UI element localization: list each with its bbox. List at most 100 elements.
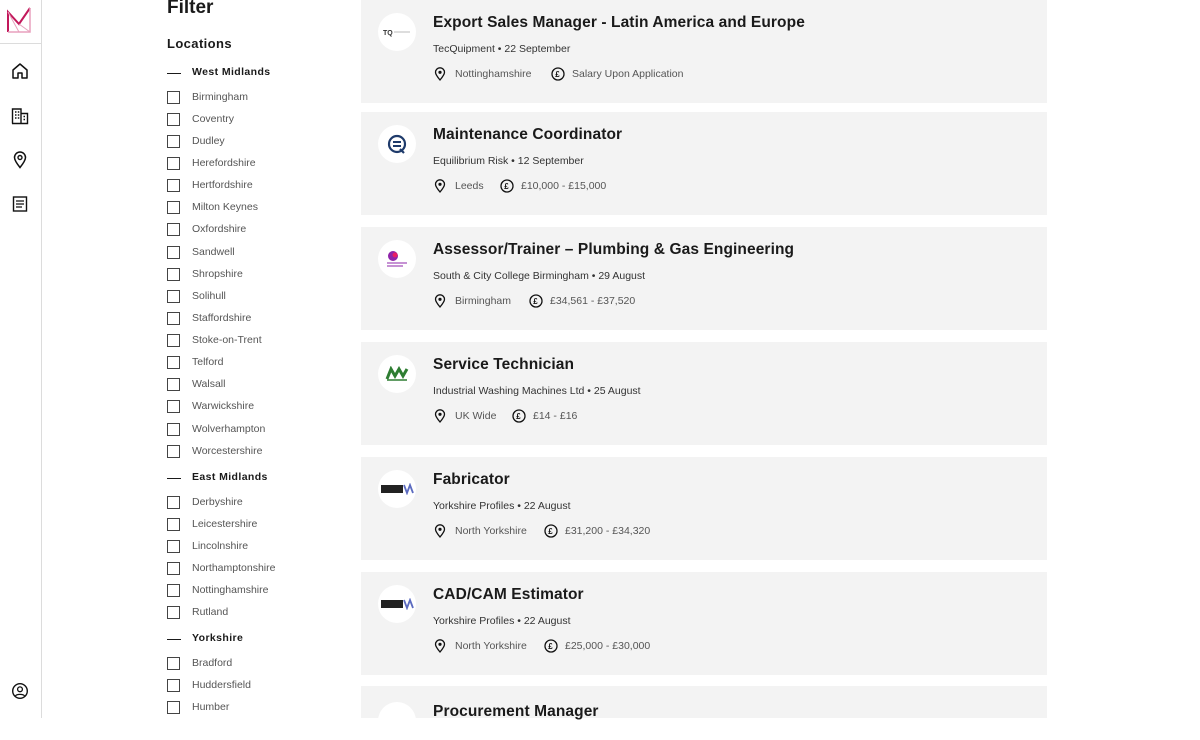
checkbox-icon[interactable] <box>167 356 180 369</box>
job-card[interactable]: CAD/CAM Estimator Yorkshire Profiles • 2… <box>361 572 1047 675</box>
checkbox-icon[interactable] <box>167 423 180 436</box>
checkbox-icon[interactable] <box>167 268 180 281</box>
checkbox-icon[interactable] <box>167 179 180 192</box>
job-title[interactable]: CAD/CAM Estimator <box>433 586 584 604</box>
nav-rail <box>0 0 42 718</box>
job-title[interactable]: Assessor/Trainer – Plumbing & Gas Engine… <box>433 241 794 259</box>
location-pin-icon[interactable] <box>11 151 29 169</box>
job-salary: £31,200 - £34,320 <box>565 525 651 537</box>
building-icon[interactable] <box>11 107 29 125</box>
checkbox-icon[interactable] <box>167 91 180 104</box>
pound-icon: £ <box>544 639 558 653</box>
location-label: Herefordshire <box>192 157 256 169</box>
job-card[interactable]: Fabricator Yorkshire Profiles • 22 Augus… <box>361 457 1047 560</box>
job-title[interactable]: Maintenance Coordinator <box>433 126 622 144</box>
job-card[interactable]: TQ Export Sales Manager - Latin America … <box>361 0 1047 103</box>
south-city-college-logo-icon <box>378 240 416 278</box>
locations-heading: Locations <box>167 36 232 51</box>
checkbox-icon[interactable] <box>167 135 180 148</box>
checkbox-icon[interactable] <box>167 606 180 619</box>
checkbox-icon[interactable] <box>167 518 180 531</box>
job-title[interactable]: Export Sales Manager - Latin America and… <box>433 14 805 32</box>
checkbox-icon[interactable] <box>167 290 180 303</box>
pound-icon: £ <box>500 179 514 193</box>
checkbox-icon[interactable] <box>167 400 180 413</box>
job-card[interactable]: Assessor/Trainer – Plumbing & Gas Engine… <box>361 227 1047 330</box>
job-company-date: Industrial Washing Machines Ltd • 25 Aug… <box>433 385 641 397</box>
location-label: Wolverhampton <box>192 423 266 435</box>
pound-icon: £ <box>512 409 526 423</box>
job-salary: £25,000 - £30,000 <box>565 640 651 652</box>
svg-text:£: £ <box>555 70 560 79</box>
job-card[interactable]: Maintenance Coordinator Equilibrium Risk… <box>361 112 1047 215</box>
checkbox-icon[interactable] <box>167 334 180 347</box>
collapse-dash-icon <box>167 73 181 74</box>
checkbox-icon[interactable] <box>167 445 180 458</box>
location-label: Solihull <box>192 290 226 302</box>
job-card[interactable]: Procurement Manager <box>361 686 1047 740</box>
svg-text:TQ: TQ <box>383 30 393 37</box>
pound-icon: £ <box>544 524 558 538</box>
location-label: Telford <box>192 356 224 368</box>
checkbox-icon[interactable] <box>167 540 180 553</box>
checkbox-icon[interactable] <box>167 246 180 259</box>
location-label: Bradford <box>192 657 233 669</box>
company-logo-icon <box>378 702 416 740</box>
location-label: Milton Keynes <box>192 201 258 213</box>
checkbox-icon[interactable] <box>167 584 180 597</box>
checkbox-icon[interactable] <box>167 701 180 714</box>
location-label: Walsall <box>192 378 226 390</box>
collapse-dash-icon <box>167 639 181 640</box>
checkbox-icon[interactable] <box>167 113 180 126</box>
location-label: Coventry <box>192 113 235 125</box>
checkbox-icon[interactable] <box>167 312 180 325</box>
checkbox-icon[interactable] <box>167 496 180 509</box>
iwm-logo-icon <box>378 355 416 393</box>
location-pin-icon <box>434 179 446 193</box>
job-card[interactable]: Service Technician Industrial Washing Ma… <box>361 342 1047 445</box>
job-title[interactable]: Fabricator <box>433 471 510 489</box>
location-label: Shropshire <box>192 268 243 280</box>
checkbox-icon[interactable] <box>167 157 180 170</box>
location-label: Stoke-on-Trent <box>192 334 262 346</box>
region-label: East Midlands <box>192 471 268 483</box>
account-icon[interactable] <box>11 682 29 700</box>
checkbox-icon[interactable] <box>167 657 180 670</box>
job-location: UK Wide <box>455 410 497 422</box>
location-pin-icon <box>434 67 446 81</box>
checkbox-icon[interactable] <box>167 562 180 575</box>
brand-logo-icon[interactable] <box>6 6 32 34</box>
svg-text:£: £ <box>533 297 538 306</box>
location-label: Warwickshire <box>192 400 255 412</box>
checkbox-icon[interactable] <box>167 679 180 692</box>
job-company-date: South & City College Birmingham • 29 Aug… <box>433 270 646 282</box>
svg-text:£: £ <box>504 182 509 191</box>
job-location: North Yorkshire <box>455 525 527 537</box>
checkbox-icon[interactable] <box>167 378 180 391</box>
location-label: Humber <box>192 701 230 713</box>
collapse-dash-icon <box>167 478 181 479</box>
location-label: Northamptonshire <box>192 562 276 574</box>
document-icon[interactable] <box>11 195 29 213</box>
yorkshire-profiles-logo-icon <box>378 470 416 508</box>
location-pin-icon <box>434 524 446 538</box>
location-label: Dudley <box>192 135 225 147</box>
checkbox-icon[interactable] <box>167 223 180 236</box>
job-title[interactable]: Service Technician <box>433 356 574 374</box>
svg-text:£: £ <box>516 412 521 421</box>
job-location: Leeds <box>455 180 484 192</box>
yorkshire-profiles-logo-icon <box>378 585 416 623</box>
job-title[interactable]: Procurement Manager <box>433 703 599 721</box>
job-company-date: Equilibrium Risk • 12 September <box>433 155 584 167</box>
job-location: North Yorkshire <box>455 640 527 652</box>
checkbox-icon[interactable] <box>167 201 180 214</box>
svg-text:£: £ <box>548 527 553 536</box>
filter-title: Filter <box>167 0 214 18</box>
svg-text:£: £ <box>548 642 553 651</box>
job-company-date: TecQuipment • 22 September <box>433 43 571 55</box>
location-pin-icon <box>434 409 446 423</box>
job-salary: £34,561 - £37,520 <box>550 295 636 307</box>
location-label: Worcestershire <box>192 445 263 457</box>
home-icon[interactable] <box>11 62 29 80</box>
job-salary: £10,000 - £15,000 <box>521 180 607 192</box>
